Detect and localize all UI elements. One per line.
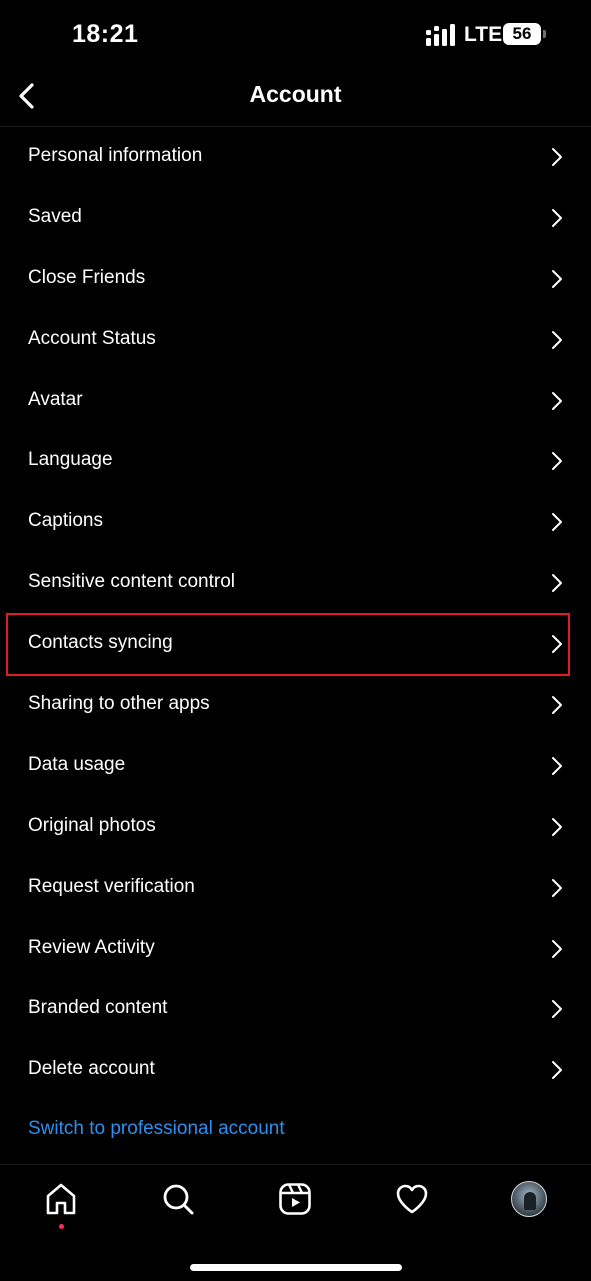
menu-item-sharing-to-other-apps[interactable]: Sharing to other apps xyxy=(0,675,591,736)
menu-item-branded-content[interactable]: Branded content xyxy=(0,979,591,1040)
menu-item-label: Language xyxy=(28,449,113,471)
chevron-right-icon xyxy=(552,269,562,288)
search-icon[interactable] xyxy=(160,1181,196,1217)
status-bar: 18:21 LTE 56 xyxy=(0,0,591,70)
menu-item-label: Sensitive content control xyxy=(28,571,236,593)
battery-level: 56 xyxy=(512,24,532,43)
chevron-right-icon xyxy=(552,1061,562,1080)
menu-item-label: Captions xyxy=(28,510,103,532)
menu-item-contacts-syncing[interactable]: Contacts syncing xyxy=(0,614,591,675)
menu-item-label: Personal information xyxy=(28,145,203,166)
menu-item-personal-information[interactable]: Personal information xyxy=(0,127,591,188)
menu-item-label: Account Status xyxy=(28,327,156,349)
chevron-right-icon xyxy=(552,513,562,532)
menu-item-label: Saved xyxy=(28,205,82,227)
menu-item-avatar[interactable]: Avatar xyxy=(0,371,591,432)
menu-item-data-usage[interactable]: Data usage xyxy=(0,736,591,797)
battery-tip xyxy=(543,30,546,38)
chevron-right-icon xyxy=(552,452,562,471)
menu-item-label: Close Friends xyxy=(28,266,146,288)
menu-item-label: Review Activity xyxy=(28,936,155,958)
menu-item-label: Sharing to other apps xyxy=(28,693,210,715)
menu-item-close-friends[interactable]: Close Friends xyxy=(0,249,591,310)
chevron-right-icon xyxy=(552,208,562,227)
chevron-right-icon xyxy=(552,148,562,166)
menu-item-label: Branded content xyxy=(28,997,168,1019)
menu-item-original-photos[interactable]: Original photos xyxy=(0,797,591,858)
cellular-signal-icon xyxy=(426,24,455,46)
status-time: 18:21 xyxy=(72,20,139,48)
heart-icon[interactable] xyxy=(394,1181,430,1217)
menu-item-label: Original photos xyxy=(28,814,156,836)
chevron-right-icon xyxy=(552,696,562,715)
menu-item-label: Delete account xyxy=(28,1058,155,1080)
chevron-right-icon xyxy=(552,1000,562,1019)
reels-icon[interactable] xyxy=(277,1181,313,1217)
chevron-right-icon xyxy=(552,756,562,775)
chevron-right-icon xyxy=(552,817,562,836)
home-indicator[interactable] xyxy=(190,1264,402,1271)
notification-dot xyxy=(59,1224,64,1229)
chevron-right-icon xyxy=(552,574,562,593)
chevron-right-icon xyxy=(552,635,562,654)
bottom-navigation xyxy=(0,1164,591,1281)
chevron-right-icon xyxy=(552,939,562,958)
network-type: LTE xyxy=(464,23,503,46)
profile-tab[interactable] xyxy=(511,1181,547,1217)
chevron-right-icon xyxy=(552,330,562,349)
menu-item-label: Avatar xyxy=(28,388,83,410)
menu-item-label: Request verification xyxy=(28,875,195,897)
menu-item-account-status[interactable]: Account Status xyxy=(0,310,591,371)
chevron-right-icon xyxy=(552,878,562,897)
menu-item-sensitive-content-control[interactable]: Sensitive content control xyxy=(0,553,591,614)
settings-menu: Personal information Saved Close Friends… xyxy=(0,127,591,1101)
menu-item-label: Contacts syncing xyxy=(28,632,173,654)
menu-item-delete-account[interactable]: Delete account xyxy=(0,1040,591,1101)
header: Account xyxy=(0,70,591,127)
avatar xyxy=(511,1181,547,1217)
menu-item-request-verification[interactable]: Request verification xyxy=(0,858,591,919)
home-icon[interactable] xyxy=(43,1181,79,1217)
menu-item-review-activity[interactable]: Review Activity xyxy=(0,919,591,980)
menu-item-language[interactable]: Language xyxy=(0,431,591,492)
menu-item-saved[interactable]: Saved xyxy=(0,188,591,249)
page-title: Account xyxy=(249,81,342,107)
menu-item-captions[interactable]: Captions xyxy=(0,492,591,553)
battery-icon: 56 xyxy=(503,23,541,45)
chevron-right-icon xyxy=(552,391,562,410)
menu-item-label: Data usage xyxy=(28,753,126,775)
switch-to-professional-link[interactable]: Switch to professional account xyxy=(28,1118,285,1140)
